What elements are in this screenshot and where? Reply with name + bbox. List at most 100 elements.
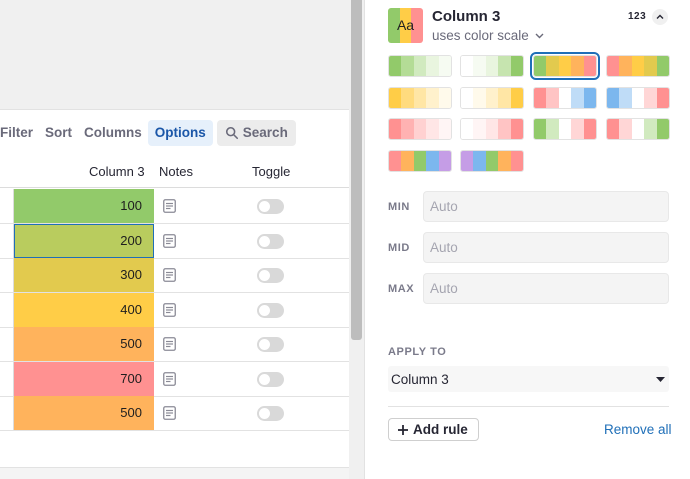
color-palette-option[interactable] (388, 55, 452, 77)
notes-icon[interactable] (163, 406, 176, 420)
palette-swatch (401, 87, 414, 108)
color-palette-option[interactable] (533, 86, 597, 109)
palette-swatch (644, 119, 657, 139)
mid-label: MID (388, 242, 410, 254)
color-palette-option[interactable] (460, 55, 524, 77)
color-palette-option[interactable] (533, 118, 597, 140)
palette-swatch (510, 119, 523, 139)
column3-cell[interactable]: 500 (14, 327, 154, 361)
sort-button[interactable]: Sort (39, 120, 78, 146)
toggle-switch[interactable] (257, 406, 284, 421)
palette-swatch (461, 150, 474, 171)
apply-to-label: APPLY TO (388, 346, 447, 358)
notes-icon[interactable] (163, 371, 176, 386)
color-palette-option[interactable] (460, 86, 524, 109)
column3-cell[interactable]: 200 (14, 223, 154, 258)
collapse-button[interactable] (652, 9, 668, 25)
toggle-switch[interactable] (257, 199, 284, 214)
sample-text: Aa (396, 17, 415, 33)
column3-cell[interactable]: 500 (14, 396, 154, 430)
palette-swatch (631, 119, 645, 139)
notes-icon[interactable] (163, 199, 176, 213)
color-palette-option[interactable] (388, 118, 452, 140)
palette-swatch (389, 119, 402, 139)
column-header-toggle[interactable]: Toggle (252, 156, 290, 187)
palette-swatch (619, 56, 632, 76)
palette-swatch (498, 56, 511, 76)
toggle-switch[interactable] (257, 371, 284, 387)
toggle-switch[interactable] (257, 302, 284, 318)
column3-cell[interactable]: 300 (14, 258, 154, 292)
color-palette-option[interactable] (530, 52, 600, 80)
color-palette-option[interactable] (460, 118, 524, 140)
add-rule-button[interactable]: Add rule (388, 418, 479, 441)
column3-cell[interactable]: 400 (14, 292, 154, 327)
notes-icon[interactable] (163, 233, 176, 248)
palette-swatch (461, 56, 474, 76)
column-title: Column 3 (432, 8, 501, 25)
notes-icon[interactable] (163, 337, 176, 351)
color-palette-option[interactable] (388, 149, 452, 172)
palette-swatch (644, 87, 657, 108)
grid-top-blank-area (0, 0, 349, 110)
color-palette-option[interactable] (606, 86, 670, 109)
table-row[interactable]: 300 (0, 258, 349, 293)
palette-swatch (607, 119, 620, 139)
palette-swatch (426, 150, 439, 171)
palette-swatch (485, 87, 499, 108)
palette-swatch (656, 119, 669, 139)
table-row[interactable]: 500 (0, 396, 349, 431)
color-palette-option[interactable] (388, 86, 452, 109)
palette-swatch (389, 87, 402, 108)
palette-swatch (485, 150, 499, 171)
toggle-switch[interactable] (257, 233, 284, 249)
palette-swatch (485, 56, 499, 76)
palette-swatch (510, 150, 523, 171)
filter-button[interactable]: Filter (0, 120, 39, 146)
palette-swatch (583, 56, 596, 76)
table-row[interactable]: 500 (0, 327, 349, 362)
notes-icon[interactable] (163, 268, 176, 282)
color-palette-option[interactable] (606, 55, 670, 77)
color-palette-option[interactable] (606, 118, 670, 140)
table-row[interactable]: 700 (0, 361, 349, 397)
column-header-notes[interactable]: Notes (159, 156, 193, 187)
search-label: Search (242, 125, 288, 140)
toggle-switch[interactable] (257, 337, 284, 352)
columns-button[interactable]: Columns (78, 120, 148, 146)
palette-swatch (644, 56, 657, 76)
toggle-switch[interactable] (257, 268, 284, 283)
mid-input[interactable] (423, 232, 669, 263)
column3-cell[interactable]: 100 (14, 189, 154, 223)
color-palette-option[interactable] (460, 149, 524, 172)
column-header-col3[interactable]: Column 3 (89, 156, 145, 187)
palette-swatch (401, 119, 414, 139)
remove-all-link[interactable]: Remove all (604, 422, 672, 437)
column3-cell[interactable]: 700 (14, 361, 154, 396)
apply-to-select[interactable]: Column 3 (388, 366, 669, 392)
palette-swatch (583, 119, 596, 139)
table-row[interactable]: 400 (0, 292, 349, 328)
grid-footer-area (0, 468, 349, 479)
chevron-up-icon (656, 14, 664, 19)
search-button[interactable]: Search (216, 120, 296, 146)
palette-swatch (546, 56, 559, 76)
palette-swatch (498, 119, 511, 139)
scrollbar-thumb[interactable] (351, 0, 362, 340)
options-button[interactable]: Options (147, 120, 213, 146)
max-label: MAX (388, 283, 415, 295)
min-input[interactable] (423, 191, 669, 222)
palette-swatch (583, 87, 596, 108)
palette-swatch (413, 87, 427, 108)
palette-swatch (473, 87, 486, 108)
max-input[interactable] (423, 273, 669, 304)
table-row[interactable]: 100 (0, 189, 349, 224)
palette-swatch (426, 119, 439, 139)
palette-swatch (485, 119, 499, 139)
scale-mode-dropdown[interactable]: uses color scale (432, 28, 544, 43)
palette-swatch (571, 119, 584, 139)
conditional-format-panel: Aa Column 3 uses color scale 123 MIN MID… (365, 0, 690, 479)
table-row[interactable]: 200 (0, 223, 349, 259)
notes-icon[interactable] (163, 302, 176, 317)
palette-swatch (571, 87, 584, 108)
